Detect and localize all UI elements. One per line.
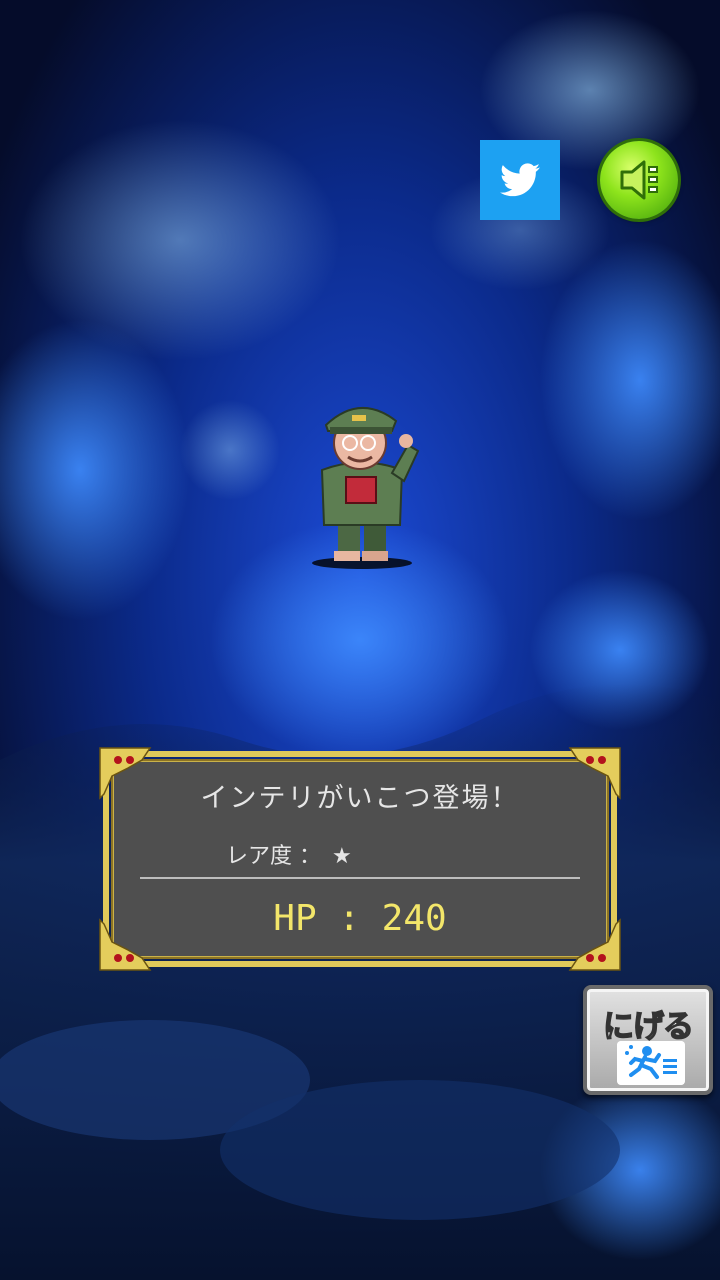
encounter-message: インテリがいこつ登場！	[200, 783, 520, 814]
twitter-icon	[500, 163, 540, 197]
sound-toggle-button[interactable]	[600, 141, 678, 219]
rarity-row: レア度 ： ★	[226, 838, 352, 870]
run-away-button[interactable]: にげる	[583, 985, 713, 1095]
twitter-share-button[interactable]	[480, 140, 560, 220]
running-man-icon	[617, 1041, 685, 1085]
rarity-label: レア度 ：	[226, 844, 321, 869]
encounter-message-box: インテリがいこつ登場！ レア度 ： ★ HP : 240	[98, 746, 622, 972]
divider	[140, 877, 580, 879]
run-away-label: にげる	[602, 1008, 695, 1046]
enemy-hp: HP : 240	[273, 898, 447, 939]
speaker-icon	[620, 160, 658, 200]
enemy-sprite	[312, 407, 420, 569]
rarity-stars: ★	[332, 844, 352, 869]
